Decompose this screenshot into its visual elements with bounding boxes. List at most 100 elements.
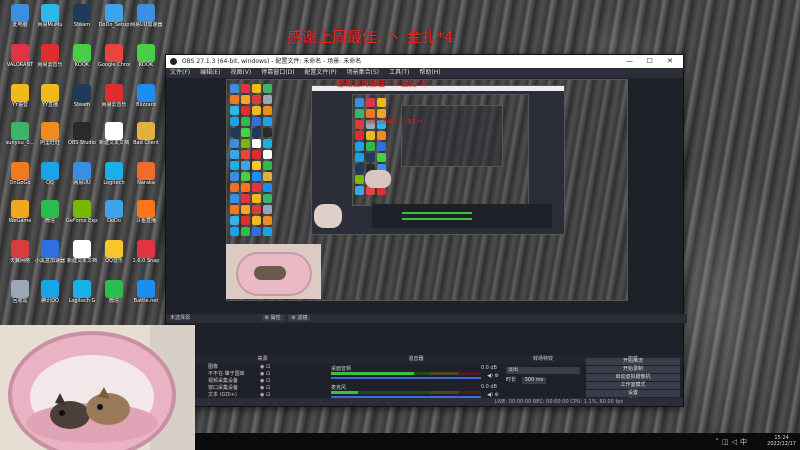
duration-input[interactable]: 300 ms xyxy=(521,377,547,384)
clock[interactable]: 15:24 2022/12/17 xyxy=(767,435,796,447)
start-streaming-button[interactable]: 开始推流 xyxy=(586,358,680,365)
desktop-icon[interactable]: Steam xyxy=(66,84,98,108)
source-item[interactable]: 图像 ◉ ⊡ xyxy=(196,364,329,371)
ime-icon[interactable]: 中 xyxy=(740,438,750,446)
desktop-icon[interactable]: 新建文本文档 xyxy=(98,122,130,146)
desktop-icon[interactable]: Google Chrome xyxy=(98,44,130,68)
source-item[interactable]: 视频采集设备 ◉ ⊡ xyxy=(196,378,329,385)
desktop-icon-label: KOOK xyxy=(138,62,154,68)
desktop-icon[interactable]: 网易云音乐 xyxy=(34,44,66,68)
nested-app-icon xyxy=(252,227,261,236)
desktop-icon[interactable]: KOOK xyxy=(130,44,162,68)
app-icon xyxy=(41,240,59,258)
menu-edit[interactable]: 编辑(E) xyxy=(200,69,220,76)
desktop-icon[interactable]: YY语音 xyxy=(4,84,36,108)
nested-app-icon xyxy=(230,139,239,148)
menu-tools[interactable]: 工具(T) xyxy=(389,69,409,76)
nested-app-icon xyxy=(366,142,375,151)
desktop-icon[interactable]: QQ xyxy=(34,162,66,186)
desktop-icon[interactable]: OnGoGo xyxy=(4,162,36,186)
nested-webcam-2 xyxy=(314,204,342,228)
desktop-icon[interactable]: Logitech G xyxy=(66,280,98,304)
desktop-icon[interactable]: 此电脑 xyxy=(4,4,36,28)
menu-help[interactable]: 帮助(H) xyxy=(419,69,440,76)
transition-select[interactable]: 淡出 xyxy=(506,367,580,374)
desktop-icon[interactable]: 阿里旺旺 xyxy=(34,122,66,146)
desktop-icon[interactable]: Logitech xyxy=(98,162,130,186)
obs-titlebar[interactable]: OBS 27.1.3 (64-bit, windows) - 配置文件: 未命名… xyxy=(166,55,683,68)
desktop-icon[interactable]: Battle.net xyxy=(130,280,162,304)
menu-view[interactable]: 视图(V) xyxy=(230,69,251,76)
desktop-icon[interactable]: 网易MuMu xyxy=(34,4,66,28)
obs-window[interactable]: OBS 27.1.3 (64-bit, windows) - 配置文件: 未命名… xyxy=(165,54,687,407)
volume-fader[interactable] xyxy=(331,377,481,379)
desktop-icon-label: 微信 xyxy=(44,218,55,224)
desktop-icon[interactable]: Naraka xyxy=(130,162,162,186)
volume-meter-level xyxy=(331,391,358,394)
desktop-icon[interactable]: 1.6.0 Snap xyxy=(130,240,162,264)
source-item[interactable]: 不不在·肇于国库 ◉ ⊡ xyxy=(196,371,329,378)
windows-taskbar: ˄◫◁中 15:24 2022/12/17 xyxy=(195,433,800,450)
desktop-icon[interactable]: 网易UU加速器 xyxy=(130,4,162,28)
visibility-lock-icon[interactable]: ◉ ⊡ xyxy=(260,371,270,378)
start-virtual-camera-button[interactable]: 启动虚拟摄像机 xyxy=(586,374,680,381)
network-icon[interactable]: ◫ xyxy=(722,438,732,446)
source-name: 视频采集设备 xyxy=(208,378,239,384)
visibility-lock-icon[interactable]: ◉ ⊡ xyxy=(260,385,270,392)
visibility-lock-icon[interactable]: ◉ ⊡ xyxy=(260,364,270,371)
app-icon xyxy=(41,44,59,62)
desktop-icon[interactable]: 斗鱼直播 xyxy=(130,200,162,224)
filters-button[interactable]: ⚙ 滤镜 xyxy=(288,315,311,321)
nested-app-icon xyxy=(230,150,239,159)
source-item[interactable]: 窗口采集设备 ◉ ⊡ xyxy=(196,385,329,392)
mute-settings-icon[interactable]: ◀) ⚙ xyxy=(487,373,499,379)
visibility-lock-icon[interactable]: ◉ ⊡ xyxy=(260,378,270,385)
desktop-icon[interactable]: 新建文本文档 xyxy=(66,240,98,264)
maximize-button[interactable]: ☐ xyxy=(641,55,659,68)
volume-icon[interactable]: ◁ xyxy=(732,438,740,446)
desktop-icon[interactable]: 微信 xyxy=(98,280,130,304)
desktop-icon-label: OnGoGo xyxy=(9,180,31,186)
desktop-icon[interactable]: 网易云音乐 xyxy=(98,84,130,108)
desktop-icon[interactable]: 网易UU xyxy=(66,162,98,186)
menu-profile[interactable]: 配置文件(P) xyxy=(304,69,336,76)
menu-docks[interactable]: 停靠窗口(D) xyxy=(261,69,294,76)
desktop-icon[interactable]: Bad Client xyxy=(130,122,162,146)
close-button[interactable]: ✕ xyxy=(661,55,679,68)
desktop-icon[interactable]: VALORANT xyxy=(4,44,36,68)
desktop-icon[interactable]: OBS Studio xyxy=(66,122,98,146)
nested-app-icon xyxy=(252,84,261,93)
desktop-icon[interactable]: 微信 xyxy=(34,200,66,224)
desktop-icon-label: DoDo_Setup xyxy=(98,22,130,28)
studio-mode-button[interactable]: 工作室模式 xyxy=(586,382,680,389)
desktop-icon-label: WeGame xyxy=(8,218,32,224)
desktop-icon[interactable]: Blizzard xyxy=(130,84,162,108)
properties-button[interactable]: ⚙ 属性 xyxy=(261,315,284,321)
desktop-icon[interactable]: 小黑盒加速器 xyxy=(34,240,66,264)
thanks-overlay-text: 感谢上周最佳: 丶 金扎*4 xyxy=(287,28,454,46)
nested-app-icon xyxy=(377,153,386,162)
desktop-icon[interactable]: Steam xyxy=(66,4,98,28)
mixer-track-name: 麦克风 xyxy=(331,385,347,391)
desktop-icon[interactable]: GeForce Experience xyxy=(66,200,98,224)
minimize-button[interactable]: — xyxy=(621,55,639,68)
settings-button[interactable]: 设置 xyxy=(586,390,680,397)
desktop-icon-label: sunyou_0... xyxy=(5,140,35,146)
obs-preview-canvas[interactable]: 感谢上周最佳: 丶 金扎*4 感谢上周最佳: 丶 金扎*4 未选择源 ⚙ 属性 … xyxy=(166,79,687,355)
app-icon xyxy=(11,200,29,218)
desktop-icon[interactable]: QQ音乐 xyxy=(98,240,130,264)
menu-file[interactable]: 文件(F) xyxy=(170,69,190,76)
volume-meter xyxy=(331,372,481,375)
menu-scene-collection[interactable]: 场景集合(S) xyxy=(347,69,380,76)
desktop-icon[interactable]: 天翼网络 xyxy=(4,240,36,264)
start-recording-button[interactable]: 开始录制 xyxy=(586,366,680,373)
desktop-icon[interactable]: 回收站 xyxy=(4,280,36,304)
desktop-icon[interactable]: WeGame xyxy=(4,200,36,224)
desktop-icon[interactable]: DoDo_Setup xyxy=(98,4,130,28)
desktop-icon[interactable]: YY直播 xyxy=(34,84,66,108)
desktop-icon[interactable]: 腾讯QQ xyxy=(34,280,66,304)
nested-meter xyxy=(402,212,472,214)
desktop-icon[interactable]: DoDo xyxy=(98,200,130,224)
desktop-icon[interactable]: sunyou_0... xyxy=(4,122,36,146)
desktop-icon[interactable]: KOOK xyxy=(66,44,98,68)
